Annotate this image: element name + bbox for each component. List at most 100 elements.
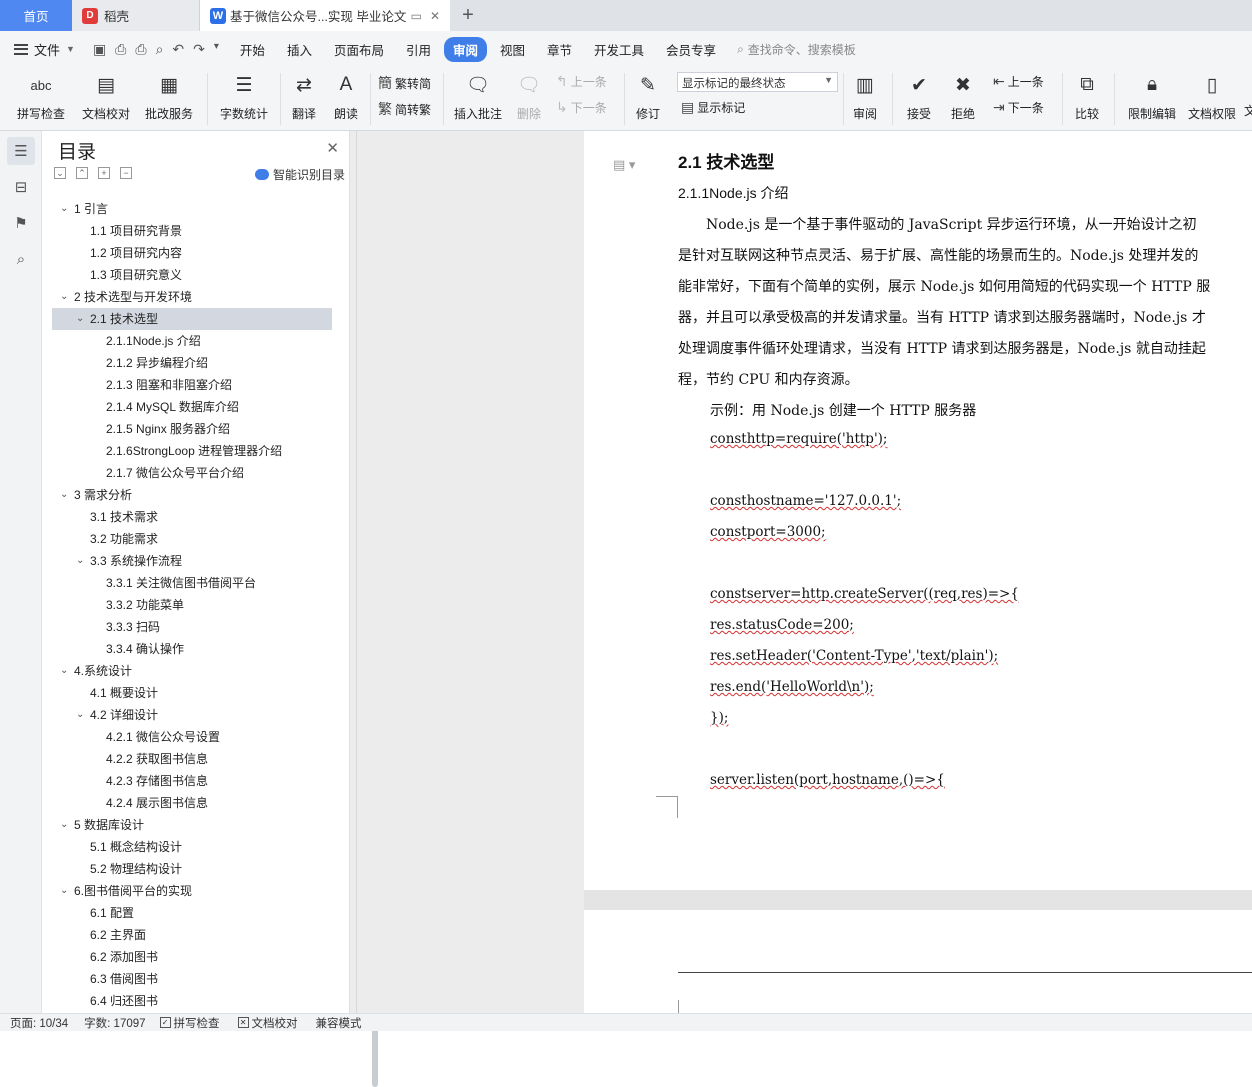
toc-item[interactable]: 2.1.3 阻塞和非阻塞介绍 <box>52 374 332 396</box>
delete-comment-button[interactable]: 🗨 删除 <box>510 67 548 122</box>
status-spell-check[interactable]: ✓ 拼写检查 <box>159 1015 220 1031</box>
translate-button[interactable]: ⇄ 翻译 <box>286 67 322 122</box>
restrict-edit-button[interactable]: 🔒︎ 限制编辑 <box>1124 67 1180 122</box>
word-count-button[interactable]: ☰ 字数统计 <box>216 67 272 122</box>
menu-layout[interactable]: 页面布局 <box>325 37 393 62</box>
toc-item[interactable]: ⌄ 3 需求分析 <box>52 484 332 506</box>
menu-developer[interactable]: 开发工具 <box>585 37 653 62</box>
toc-item[interactable]: ⌄ 2 技术选型与开发环境 <box>52 286 332 308</box>
doc-proof-button[interactable]: ▤ 文档校对 <box>78 67 134 122</box>
next-comment-button[interactable]: ↳ 下一条 <box>556 99 607 116</box>
toc-item[interactable]: 4.2.2 获取图书信息 <box>52 748 332 770</box>
add-heading-icon[interactable]: + <box>98 167 110 179</box>
cut-off-ribbon-item[interactable]: 文 <box>1244 102 1252 119</box>
word-count-indicator[interactable]: 字数: 17097 <box>84 1015 145 1031</box>
trad-to-simp-button[interactable]: 簡 繁转简 <box>378 73 431 93</box>
toc-item[interactable]: 3.2 功能需求 <box>52 528 332 550</box>
show-markup-button[interactable]: ▤ 显示标记 <box>681 99 745 116</box>
toc-item[interactable]: 5.2 物理结构设计 <box>52 858 332 880</box>
doc-permission-button[interactable]: ▯ 文档权限 <box>1184 67 1240 122</box>
preview-icon[interactable]: ⌕ <box>156 41 164 58</box>
screen-icon[interactable]: ▭ <box>411 9 422 23</box>
chevron-down-icon[interactable]: ⌄ <box>76 550 84 572</box>
file-menu[interactable]: 文件 ▼ <box>0 40 85 59</box>
batch-service-button[interactable]: ▦ 批改服务 <box>138 67 200 122</box>
toc-item[interactable]: ⌄ 5 数据库设计 <box>52 814 332 836</box>
toc-item[interactable]: 6.2 添加图书 <box>52 946 332 968</box>
menu-start[interactable]: 开始 <box>231 37 274 62</box>
accept-button[interactable]: ✔ 接受 <box>900 67 938 122</box>
menu-references[interactable]: 引用 <box>397 37 440 62</box>
toc-item[interactable]: 3.3.1 关注微信图书借阅平台 <box>52 572 332 594</box>
menu-review[interactable]: 审阅 <box>443 36 487 62</box>
toc-item[interactable]: ⌄ 6.图书借阅平台的实现 <box>52 880 332 902</box>
spell-check-button[interactable]: abc 拼写检查 <box>10 67 72 122</box>
toc-item[interactable]: 4.2.4 展示图书信息 <box>52 792 332 814</box>
export-icon[interactable]: ⎙ <box>115 41 126 58</box>
toc-item[interactable]: 3.3.2 功能菜单 <box>52 594 332 616</box>
toc-item[interactable]: 2.1.6StrongLoop 进程管理器介绍 <box>52 440 332 462</box>
toc-item[interactable]: 3.1 技术需求 <box>52 506 332 528</box>
close-icon[interactable]: ✕ <box>326 139 339 157</box>
chevron-down-icon[interactable]: ⌄ <box>60 198 68 220</box>
chevron-down-icon[interactable]: ⌄ <box>60 286 68 308</box>
toc-item[interactable]: ⌄ 4.系统设计 <box>52 660 332 682</box>
next-page[interactable] <box>584 910 1252 1013</box>
toc-item[interactable]: 3.3.3 扫码 <box>52 616 332 638</box>
remove-heading-icon[interactable]: − <box>120 167 132 179</box>
toc-item[interactable]: 6.1 配置 <box>52 902 332 924</box>
tab-daoke[interactable]: D 稻壳 <box>72 0 200 31</box>
toc-item[interactable]: 2.1.4 MySQL 数据库介绍 <box>52 396 332 418</box>
toc-item[interactable]: 2.1.5 Nginx 服务器介绍 <box>52 418 332 440</box>
document-page[interactable]: ▤ ▾ 2.1 技术选型 2.1.1Node.js 介绍 Node.js 是一个… <box>584 131 1252 890</box>
close-tab-icon[interactable]: ✕ <box>430 9 440 23</box>
simp-to-trad-button[interactable]: 繁 简转繁 <box>378 99 431 119</box>
chevron-down-icon[interactable]: ⌄ <box>60 814 68 836</box>
toc-panel-icon[interactable]: ☰ <box>7 137 35 165</box>
redo-icon[interactable]: ↷ <box>193 41 205 58</box>
outline-icon[interactable]: ⊟ <box>7 173 35 201</box>
save-icon[interactable]: ▣ <box>93 41 106 58</box>
command-search[interactable]: ⌕ 查找命令、搜索模板 <box>737 41 856 58</box>
toc-item[interactable]: 4.1 概要设计 <box>52 682 332 704</box>
menu-insert[interactable]: 插入 <box>278 37 321 62</box>
insert-comment-button[interactable]: 🗨 插入批注 <box>450 67 506 122</box>
tab-document[interactable]: W 基于微信公众号...实现 毕业论文 ▭ ✕ <box>200 0 450 31</box>
toc-item[interactable]: 4.2.1 微信公众号设置 <box>52 726 332 748</box>
toc-item[interactable]: 1.1 项目研究背景 <box>52 220 332 242</box>
collapse-all-icon[interactable]: ⌃ <box>76 167 88 179</box>
prev-change-button[interactable]: ⇤ 上一条 <box>993 73 1044 90</box>
chevron-down-icon[interactable]: ⌄ <box>76 704 84 726</box>
page-indicator[interactable]: 页面: 10/34 <box>10 1015 68 1031</box>
bookmark-icon[interactable]: ⚑ <box>7 209 35 237</box>
markup-state-select[interactable]: 显示标记的最终状态 ▼ <box>677 72 838 92</box>
toc-item[interactable]: 1.3 项目研究意义 <box>52 264 332 286</box>
undo-icon[interactable]: ↶ <box>172 41 184 58</box>
status-doc-proof[interactable]: ✕ 文档校对 <box>237 1015 298 1031</box>
print-icon[interactable]: ⎙ <box>135 41 146 58</box>
toc-item[interactable]: 2.1.2 异步编程介绍 <box>52 352 332 374</box>
toc-item[interactable]: 2.1.7 微信公众号平台介绍 <box>52 462 332 484</box>
toc-item[interactable]: 6.2 主界面 <box>52 924 332 946</box>
toc-item[interactable]: 3.3.4 确认操作 <box>52 638 332 660</box>
toc-item[interactable]: 1.2 项目研究内容 <box>52 242 332 264</box>
toc-item[interactable]: 6.3 借阅图书 <box>52 968 332 990</box>
more-icon[interactable]: ▾ <box>214 41 219 58</box>
toc-item[interactable]: 5.1 概念结构设计 <box>52 836 332 858</box>
new-tab-button[interactable]: + <box>450 0 486 31</box>
reject-button[interactable]: ✖ 拒绝 <box>944 67 982 122</box>
expand-all-icon[interactable]: ⌄ <box>54 167 66 179</box>
toc-item[interactable]: 2.1.1Node.js 介绍 <box>52 330 332 352</box>
search-icon[interactable]: ⌕ <box>7 245 35 273</box>
toc-item[interactable]: ⌄ 1 引言 <box>52 198 332 220</box>
page-doc-icon[interactable]: ▤ ▾ <box>613 157 635 173</box>
chevron-down-icon[interactable]: ⌄ <box>60 660 68 682</box>
chevron-down-icon[interactable]: ⌄ <box>60 880 68 902</box>
chevron-down-icon[interactable]: ⌄ <box>60 484 68 506</box>
read-aloud-button[interactable]: A 朗读 <box>328 67 364 122</box>
menu-member[interactable]: 会员专享 <box>657 37 725 62</box>
menu-view[interactable]: 视图 <box>491 37 534 62</box>
review-pane-button[interactable]: ▥ 审阅 <box>846 67 884 122</box>
compare-button[interactable]: ⧉ 比较 <box>1068 67 1106 122</box>
prev-comment-button[interactable]: ↰ 上一条 <box>556 73 607 90</box>
